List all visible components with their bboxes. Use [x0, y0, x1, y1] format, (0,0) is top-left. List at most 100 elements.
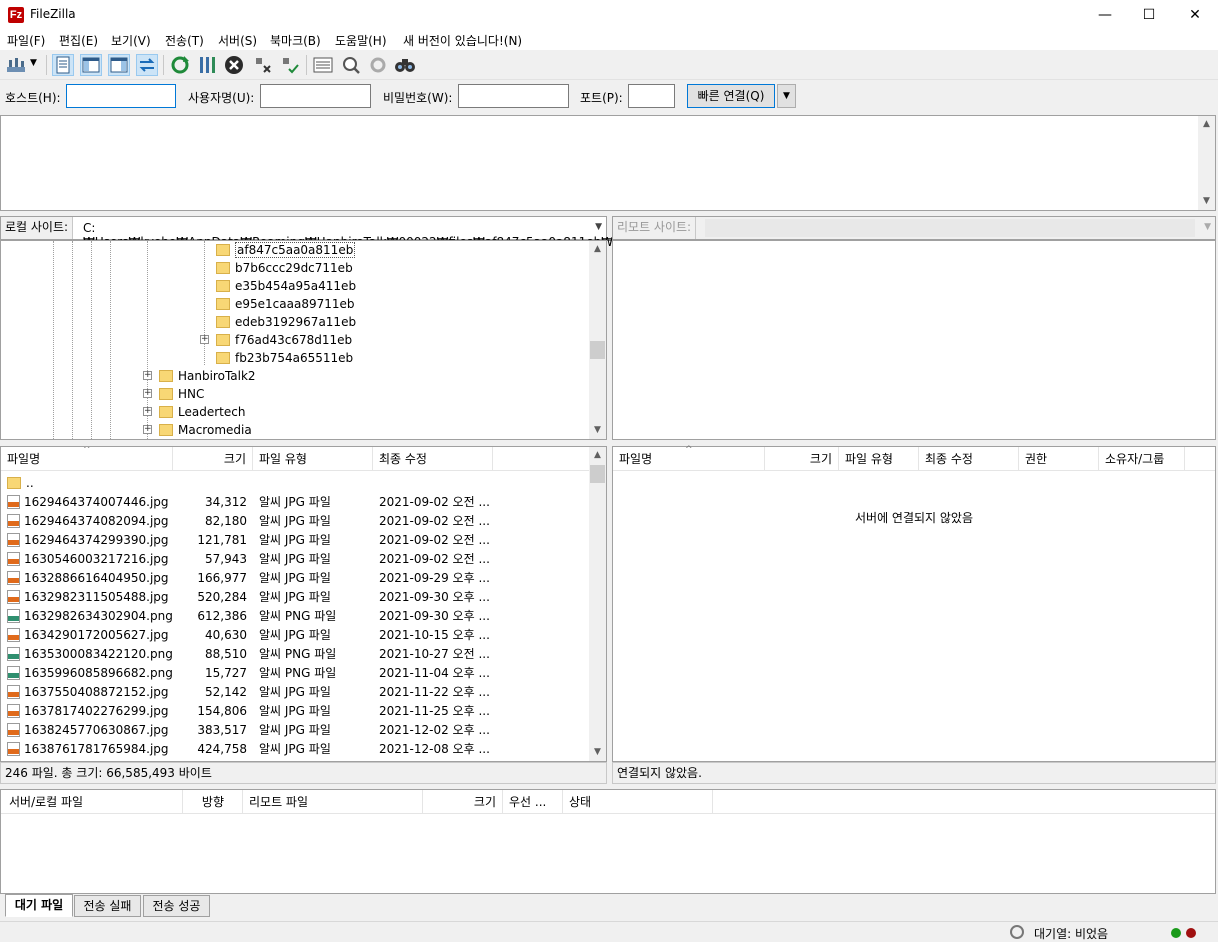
disconnect-icon[interactable] [252, 54, 274, 76]
remote-file-list[interactable]: 파일명 ^ 크기 파일 유형 최종 수정 권한 소유자/그룹 서버에 연결되지 … [612, 445, 1216, 762]
tree-item[interactable]: Macromedia [159, 421, 252, 439]
menu-edit[interactable]: 편집(E) [59, 32, 98, 49]
file-row[interactable]: 1630546003217216.jpg 57,943 알씨 JPG 파일 2021-… [1, 550, 589, 569]
cancel-icon[interactable] [223, 54, 245, 76]
reconnect-icon[interactable] [279, 54, 301, 76]
column-filetype[interactable]: 파일 유형 [839, 447, 919, 471]
tree-item[interactable]: Leadertech [159, 403, 245, 421]
column-modified[interactable]: 최종 수정 [373, 447, 493, 471]
username-input[interactable] [260, 84, 371, 108]
menu-file[interactable]: 파일(F) [7, 32, 45, 49]
tree-item[interactable]: b7b6ccc29dc711eb [216, 259, 353, 277]
directory-compare-icon[interactable] [312, 54, 334, 76]
column-permissions[interactable]: 권한 [1019, 447, 1099, 471]
scroll-thumb[interactable] [590, 341, 605, 359]
message-log-scrollbar[interactable]: ▲ ▼ [1198, 116, 1215, 210]
tree-item[interactable]: HNC [159, 385, 204, 403]
tree-item[interactable]: e35b454a95a411eb [216, 277, 356, 295]
column-modified[interactable]: 최종 수정 [919, 447, 1019, 471]
local-tree-scrollbar[interactable]: ▲ ▼ [589, 241, 606, 439]
file-row[interactable]: 1635996085896682.png 15,727 알씨 PNG 파일 2021-… [1, 664, 589, 683]
scroll-thumb[interactable] [590, 465, 605, 483]
column-size[interactable]: 크기 [765, 447, 839, 471]
expand-plus-icon[interactable]: + [200, 335, 209, 344]
menu-help[interactable]: 도움말(H) [335, 32, 387, 49]
toggle-transfer-queue-icon[interactable] [136, 54, 158, 76]
tree-item[interactable]: edeb3192967a11eb [216, 313, 356, 331]
column-status[interactable]: 상태 [563, 790, 713, 814]
remote-path-combo[interactable] [705, 219, 1195, 237]
tree-item[interactable]: e95e1caaa89711eb [216, 295, 355, 313]
tab-queued-files[interactable]: 대기 파일 [5, 894, 73, 917]
maximize-button[interactable]: ☐ [1126, 0, 1172, 30]
column-remote-file[interactable]: 리모트 파일 [243, 790, 423, 814]
file-row[interactable]: 1632982634302904.png 612,386 알씨 PNG 파일 2021… [1, 607, 589, 626]
scroll-down-arrow-icon[interactable]: ▼ [1198, 193, 1215, 210]
sync-browse-icon[interactable] [367, 54, 389, 76]
scroll-up-arrow-icon[interactable]: ▲ [589, 447, 606, 464]
close-button[interactable]: ✕ [1172, 0, 1218, 30]
chevron-down-icon[interactable]: ▼ [595, 222, 602, 232]
menu-transfer[interactable]: 전송(T) [165, 32, 204, 49]
scroll-down-arrow-icon[interactable]: ▼ [589, 744, 606, 761]
filter-icon[interactable] [340, 54, 362, 76]
transfer-queue[interactable]: 서버/로컬 파일 방향 리모트 파일 크기 우선 ... 상태 [0, 789, 1216, 894]
host-input[interactable] [66, 84, 176, 108]
quickconnect-dropdown-icon[interactable]: ▼ [777, 84, 796, 108]
expand-plus-icon[interactable]: + [143, 389, 152, 398]
tab-successful-transfers[interactable]: 전송 성공 [143, 895, 210, 917]
minimize-button[interactable]: — [1082, 0, 1128, 30]
file-row[interactable]: 1637817402276299.jpg 154,806 알씨 JPG 파일 2021… [1, 702, 589, 721]
file-row[interactable]: 1629464374082094.jpg 82,180 알씨 JPG 파일 2021-… [1, 512, 589, 531]
remote-directory-tree[interactable] [612, 240, 1216, 440]
local-file-list[interactable]: 파일명 ^ 크기 파일 유형 최종 수정 .. 1629464374007446… [0, 446, 607, 762]
quickconnect-button[interactable]: 빠른 연결(Q) [687, 84, 775, 108]
local-directory-tree[interactable]: af847c5aa0a811eb b7b6ccc29dc711eb e35b454a… [0, 240, 607, 440]
tree-item[interactable]: fb23b754a65511eb [216, 349, 353, 367]
file-row[interactable]: 1632982311505488.jpg 520,284 알씨 JPG 파일 2021… [1, 588, 589, 607]
toggle-remote-tree-icon[interactable] [108, 54, 130, 76]
local-list-scrollbar[interactable]: ▲ ▼ [589, 447, 606, 761]
expand-plus-icon[interactable]: + [143, 425, 152, 434]
menu-bookmarks[interactable]: 북마크(B) [270, 32, 321, 49]
toggle-local-tree-icon[interactable] [80, 54, 102, 76]
scroll-up-arrow-icon[interactable]: ▲ [589, 241, 606, 258]
column-owner-group[interactable]: 소유자/그룹 [1099, 447, 1185, 471]
expand-plus-icon[interactable]: + [143, 407, 152, 416]
chevron-down-icon[interactable]: ▼ [1204, 222, 1211, 232]
tab-failed-transfers[interactable]: 전송 실패 [74, 895, 141, 917]
column-filetype[interactable]: 파일 유형 [253, 447, 373, 471]
tree-item[interactable]: af847c5aa0a811eb [216, 241, 356, 259]
file-row[interactable]: 1629464374299390.jpg 121,781 알씨 JPG 파일 2021… [1, 531, 589, 550]
file-row[interactable]: 1638245770630867.jpg 383,517 알씨 JPG 파일 2021… [1, 721, 589, 740]
tree-item[interactable]: f76ad43c678d11eb [216, 331, 352, 349]
tree-item[interactable]: HanbiroTalk2 [159, 367, 256, 385]
column-server-local-file[interactable]: 서버/로컬 파일 [3, 790, 183, 814]
file-row[interactable]: 1632886616404950.jpg 166,977 알씨 JPG 파일 2021… [1, 569, 589, 588]
site-manager-icon[interactable] [5, 54, 27, 76]
menu-view[interactable]: 보기(V) [111, 32, 151, 49]
column-priority[interactable]: 우선 ... [503, 790, 563, 814]
expand-plus-icon[interactable]: + [143, 371, 152, 380]
message-log[interactable]: ▲ ▼ [0, 115, 1216, 211]
password-input[interactable] [458, 84, 569, 108]
menu-server[interactable]: 서버(S) [218, 32, 257, 49]
column-size[interactable]: 크기 [173, 447, 253, 471]
scroll-down-arrow-icon[interactable]: ▼ [589, 422, 606, 439]
site-manager-dropdown-icon[interactable]: ▼ [30, 58, 40, 72]
toggle-message-log-icon[interactable] [52, 54, 74, 76]
file-row[interactable]: 1629464374007446.jpg 34,312 알씨 JPG 파일 2021-… [1, 493, 589, 512]
queue-speed-limit-icon[interactable] [1010, 925, 1024, 939]
search-binoculars-icon[interactable] [394, 54, 416, 76]
file-row[interactable]: 1634290172005627.jpg 40,630 알씨 JPG 파일 2021-… [1, 626, 589, 645]
column-size[interactable]: 크기 [423, 790, 503, 814]
scroll-up-arrow-icon[interactable]: ▲ [1198, 116, 1215, 133]
file-row[interactable]: 1635300083422120.png 88,510 알씨 PNG 파일 2021-… [1, 645, 589, 664]
column-direction[interactable]: 방향 [183, 790, 243, 814]
file-row[interactable]: 1637550408872152.jpg 52,142 알씨 JPG 파일 2021-… [1, 683, 589, 702]
process-queue-icon[interactable] [197, 54, 219, 76]
port-input[interactable] [628, 84, 675, 108]
menu-new-version[interactable]: 새 버전이 있습니다!(N) [403, 32, 522, 49]
file-row[interactable]: 1638761781765984.jpg 424,758 알씨 JPG 파일 2021… [1, 740, 589, 759]
refresh-icon[interactable] [169, 54, 191, 76]
